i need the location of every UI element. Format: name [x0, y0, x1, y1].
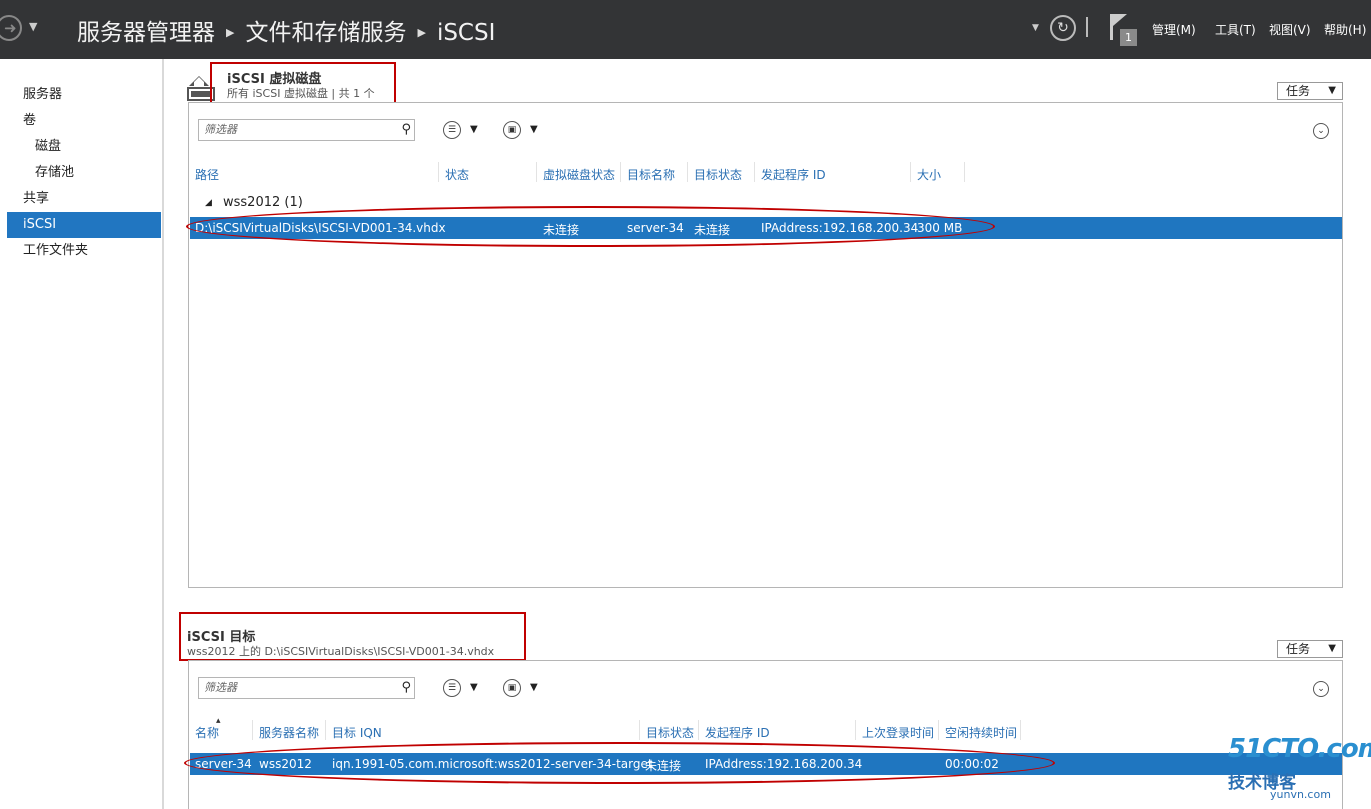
sort-ascending-icon: ▴ — [216, 716, 221, 726]
column-path[interactable]: 路径 — [195, 166, 219, 183]
back-button[interactable]: ➜ — [0, 14, 24, 42]
target-filter-input[interactable]: 筛选器 ⚲ — [198, 677, 415, 699]
header-dropdown-icon[interactable]: ▼ — [1032, 23, 1039, 33]
list-options-icon[interactable]: ☰ — [443, 679, 461, 697]
breadcrumb-separator-icon: ▶ — [417, 26, 426, 39]
vdisk-panel: 筛选器 ⚲ ☰ ▼ ▣ ▼ ⌄ 路径 状态 虚拟磁盘状态 目标名称 目标状态 发起… — [188, 102, 1343, 588]
notifications-flag-icon[interactable]: 1 — [1108, 12, 1138, 48]
column-target-name[interactable]: 目标名称 — [627, 166, 675, 183]
header-divider — [1086, 17, 1088, 37]
annotation-ellipse — [186, 206, 995, 247]
list-options-icon[interactable]: ☰ — [443, 121, 461, 139]
sidebar-item-volumes[interactable]: 卷 — [7, 108, 161, 134]
watermark-logo: 51CTO.com 技术博客 yunvn.com — [1228, 734, 1371, 801]
menu-tools[interactable]: 工具(T) — [1215, 21, 1256, 38]
collapse-triangle-icon[interactable]: ◢ — [205, 198, 212, 208]
notification-count-badge: 1 — [1120, 29, 1137, 46]
breadcrumb-separator-icon: ▶ — [226, 26, 235, 39]
annotation-box — [210, 62, 396, 106]
search-icon[interactable]: ⚲ — [401, 678, 411, 698]
breadcrumb-file-storage[interactable]: 文件和存储服务 — [245, 20, 406, 46]
column-server-name[interactable]: 服务器名称 — [259, 724, 319, 741]
menu-manage[interactable]: 管理(M) — [1152, 21, 1196, 38]
refresh-icon[interactable]: ↻ — [1050, 15, 1076, 41]
annotation-box — [179, 612, 526, 661]
chevron-down-icon: ▼ — [1328, 643, 1336, 654]
arrow-right-icon: ➜ — [4, 19, 17, 37]
chevron-down-icon: ▼ — [1328, 85, 1336, 96]
sidebar-item-work-folders[interactable]: 工作文件夹 — [7, 238, 161, 264]
breadcrumb-iscsi: iSCSI — [436, 20, 496, 46]
chevron-down-icon[interactable]: ▼ — [470, 124, 478, 135]
group-header[interactable]: wss2012 (1) — [223, 195, 303, 210]
column-initiator-id[interactable]: 发起程序 ID — [761, 166, 826, 183]
column-vdisk-status[interactable]: 虚拟磁盘状态 — [543, 166, 615, 183]
target-tasks-button[interactable]: 任务 ▼ — [1277, 640, 1343, 658]
expand-collapse-icon[interactable]: ⌄ — [1313, 681, 1329, 697]
column-target-status[interactable]: 目标状态 — [694, 166, 742, 183]
column-last-login[interactable]: 上次登录时间 — [862, 724, 934, 741]
breadcrumb-server-manager[interactable]: 服务器管理器 — [77, 20, 215, 46]
sidebar-item-storage-pools[interactable]: 存储池 — [7, 160, 161, 186]
chevron-down-icon[interactable]: ▼ — [470, 682, 478, 693]
sidebar-item-iscsi[interactable]: iSCSI — [7, 212, 161, 238]
sidebar-divider — [162, 59, 164, 809]
breadcrumb: 服务器管理器 ▶ 文件和存储服务 ▶ iSCSI — [77, 13, 495, 47]
target-panel: 筛选器 ⚲ ☰ ▼ ▣ ▼ ⌄ 名称 ▴ 服务器名称 目标 IQN 目标状态 发起… — [188, 660, 1343, 809]
column-idle-duration[interactable]: 空闲持续时间 — [945, 724, 1017, 741]
vdisk-filter-input[interactable]: 筛选器 ⚲ — [198, 119, 415, 141]
column-size[interactable]: 大小 — [917, 166, 941, 183]
column-target-iqn[interactable]: 目标 IQN — [332, 724, 382, 741]
search-icon[interactable]: ⚲ — [401, 120, 411, 140]
save-query-icon[interactable]: ▣ — [503, 121, 521, 139]
expand-collapse-icon[interactable]: ⌄ — [1313, 123, 1329, 139]
chevron-down-icon[interactable]: ▼ — [530, 682, 538, 693]
column-initiator-id[interactable]: 发起程序 ID — [705, 724, 770, 741]
save-query-icon[interactable]: ▣ — [503, 679, 521, 697]
title-bar: ➜ ▼ 服务器管理器 ▶ 文件和存储服务 ▶ iSCSI ▼ ↻ 1 管理(M) 工具(… — [0, 0, 1371, 59]
column-target-status[interactable]: 目标状态 — [646, 724, 694, 741]
vdisk-tasks-button[interactable]: 任务 ▼ — [1277, 82, 1343, 100]
menu-help[interactable]: 帮助(H) — [1324, 21, 1366, 38]
menu-view[interactable]: 视图(V) — [1269, 21, 1311, 38]
nav-history-dropdown-icon[interactable]: ▼ — [29, 20, 37, 33]
chevron-down-icon[interactable]: ▼ — [530, 124, 538, 135]
column-status[interactable]: 状态 — [445, 166, 469, 183]
sidebar: 服务器 卷 磁盘 存储池 共享 iSCSI 工作文件夹 — [0, 59, 164, 809]
annotation-ellipse — [184, 742, 1055, 784]
sidebar-item-servers[interactable]: 服务器 — [7, 82, 161, 108]
main-content: iSCSI 虚拟磁盘 所有 iSCSI 虚拟磁盘 | 共 1 个 任务 ▼ 筛选器… — [165, 59, 1371, 809]
sidebar-item-disks[interactable]: 磁盘 — [7, 134, 161, 160]
column-name[interactable]: 名称 — [195, 724, 219, 741]
sidebar-item-shares[interactable]: 共享 — [7, 186, 161, 212]
